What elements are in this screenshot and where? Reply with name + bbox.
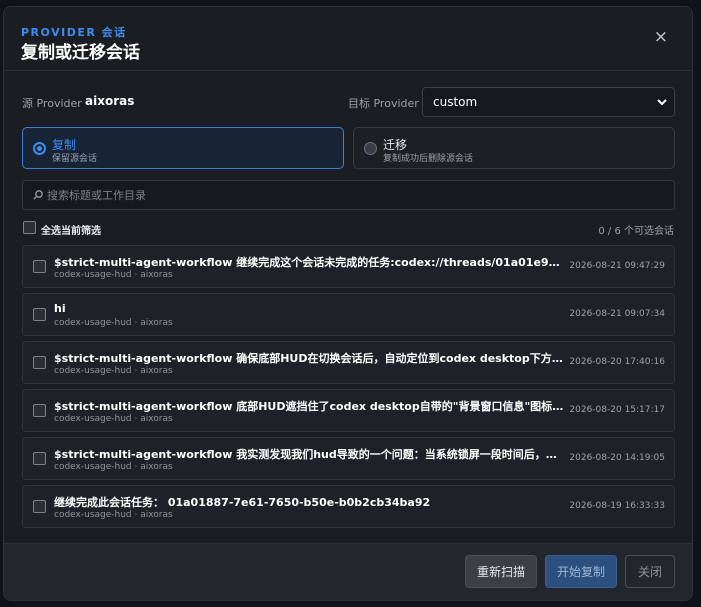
- dialog-title: 复制或迁移会话: [21, 43, 140, 63]
- session-time: 2026-08-21 09:47:29: [569, 261, 665, 271]
- session-time: 2026-08-20 15:17:17: [569, 405, 665, 415]
- dialog-footer: 重新扫描 开始复制 关闭: [4, 543, 692, 600]
- radio-copy[interactable]: [33, 142, 46, 155]
- target-provider-label: 目标 Provider: [348, 97, 419, 110]
- selectable-count: 0 / 6 个可选会话: [598, 226, 674, 237]
- session-meta: codex-usage-hud · aixoras: [54, 270, 173, 280]
- session-time: 2026-08-21 09:07:34: [569, 309, 665, 319]
- start-copy-button[interactable]: 开始复制: [545, 555, 617, 588]
- session-title: $strict-multi-agent-workflow 确保底部HUD在切换会…: [54, 352, 567, 365]
- source-provider-label: 源 Provider: [22, 97, 82, 110]
- mode-option-copy[interactable]: 复制 保留源会话: [22, 127, 344, 169]
- search-input[interactable]: [45, 181, 665, 209]
- session-meta: codex-usage-hud · aixoras: [54, 366, 173, 376]
- session-row[interactable]: $strict-multi-agent-workflow 确保底部HUD在切换会…: [22, 341, 675, 384]
- target-provider-select[interactable]: custom: [422, 87, 675, 117]
- close-icon[interactable]: ×: [654, 29, 668, 46]
- mode-move-subtitle: 复制成功后删除源会话: [383, 154, 474, 164]
- chevron-down-icon: [657, 99, 667, 106]
- session-checkbox[interactable]: [33, 308, 46, 321]
- session-checkbox[interactable]: [33, 356, 46, 369]
- session-time: 2026-08-20 14:19:05: [569, 453, 665, 463]
- session-title: $strict-multi-agent-workflow 继续完成这个会话未完成…: [54, 256, 567, 269]
- session-row[interactable]: $strict-multi-agent-workflow 继续完成这个会话未完成…: [22, 245, 675, 288]
- session-meta: codex-usage-hud · aixoras: [54, 414, 173, 424]
- session-row[interactable]: hi codex-usage-hud · aixoras 2026-08-21 …: [22, 293, 675, 336]
- session-meta: codex-usage-hud · aixoras: [54, 318, 173, 328]
- session-row[interactable]: $strict-multi-agent-workflow 我实测发现我们hud导…: [22, 437, 675, 480]
- session-checkbox[interactable]: [33, 260, 46, 273]
- session-checkbox[interactable]: [33, 404, 46, 417]
- session-list: $strict-multi-agent-workflow 继续完成这个会话未完成…: [22, 245, 675, 533]
- session-title: 继续完成此会话任务： 01a01887-7e61-7650-b50e-b0b2c…: [54, 496, 431, 509]
- session-meta: codex-usage-hud · aixoras: [54, 510, 173, 520]
- dialog-header: PROVIDER 会话 复制或迁移会话 ×: [4, 7, 692, 71]
- source-provider-value: aixoras: [85, 94, 135, 108]
- provider-row: 源 Provider aixoras 目标 Provider custom: [22, 87, 675, 117]
- close-button[interactable]: 关闭: [625, 555, 675, 588]
- session-meta: codex-usage-hud · aixoras: [54, 462, 173, 472]
- session-dialog: PROVIDER 会话 复制或迁移会话 × 源 Provider aixoras…: [3, 6, 693, 601]
- session-time: 2026-08-19 16:33:33: [569, 501, 665, 511]
- selection-row: 全选当前筛选 0 / 6 个可选会话: [22, 220, 674, 237]
- session-title: $strict-multi-agent-workflow 我实测发现我们hud导…: [54, 448, 567, 461]
- target-provider-value: custom: [433, 95, 478, 109]
- select-all-checkbox[interactable]: [23, 221, 36, 234]
- radio-move[interactable]: [364, 142, 377, 155]
- session-row[interactable]: 继续完成此会话任务： 01a01887-7e61-7650-b50e-b0b2c…: [22, 485, 675, 528]
- session-time: 2026-08-20 17:40:16: [569, 357, 665, 367]
- session-checkbox[interactable]: [33, 452, 46, 465]
- select-all-label[interactable]: 全选当前筛选: [41, 222, 101, 237]
- mode-option-move[interactable]: 迁移 复制成功后删除源会话: [353, 127, 675, 169]
- search-box: [22, 180, 675, 210]
- search-icon: [33, 190, 43, 200]
- session-checkbox[interactable]: [33, 500, 46, 513]
- session-row[interactable]: $strict-multi-agent-workflow 底部HUD遮挡住了co…: [22, 389, 675, 432]
- mode-copy-subtitle: 保留源会话: [52, 154, 98, 164]
- session-title: hi: [54, 302, 66, 315]
- session-title: $strict-multi-agent-workflow 底部HUD遮挡住了co…: [54, 400, 567, 413]
- rescan-button[interactable]: 重新扫描: [465, 555, 537, 588]
